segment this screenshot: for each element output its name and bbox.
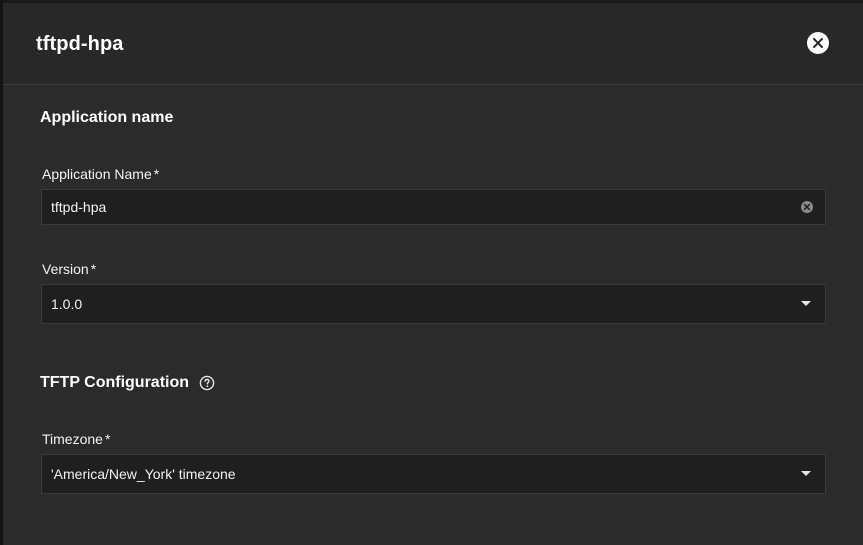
chevron-down-icon <box>801 301 811 306</box>
application-name-field <box>41 189 826 225</box>
clear-icon[interactable] <box>800 200 814 214</box>
section-title-text: Application name <box>40 109 174 126</box>
close-button[interactable] <box>807 32 829 54</box>
application-name-input[interactable] <box>42 189 800 225</box>
version-select-value: 1.0.0 <box>51 296 83 312</box>
section-title-tftp-configuration: TFTP Configuration <box>40 374 215 392</box>
chevron-down-icon <box>801 471 811 476</box>
dialog-header: tftpd-hpa <box>3 3 863 85</box>
label-text: Timezone <box>42 431 103 447</box>
required-mark: * <box>153 166 160 182</box>
app-install-dialog: tftpd-hpa Application name Application N… <box>3 3 863 545</box>
application-name-label: Application Name * <box>42 166 159 182</box>
section-title-text: TFTP Configuration <box>40 374 190 391</box>
timezone-select-value: 'America/New_York' timezone <box>51 466 236 482</box>
timezone-select[interactable]: 'America/New_York' timezone <box>41 454 826 494</box>
required-mark: * <box>90 261 97 277</box>
version-select[interactable]: 1.0.0 <box>41 284 826 324</box>
label-text: Version <box>42 261 89 277</box>
version-label: Version * <box>42 261 96 277</box>
dialog-title: tftpd-hpa <box>36 33 124 55</box>
timezone-label: Timezone * <box>42 431 110 447</box>
help-icon[interactable] <box>199 375 215 391</box>
label-text: Application Name <box>42 166 152 182</box>
section-title-application-name: Application name <box>40 109 173 127</box>
required-mark: * <box>104 431 111 447</box>
close-icon <box>813 38 823 48</box>
